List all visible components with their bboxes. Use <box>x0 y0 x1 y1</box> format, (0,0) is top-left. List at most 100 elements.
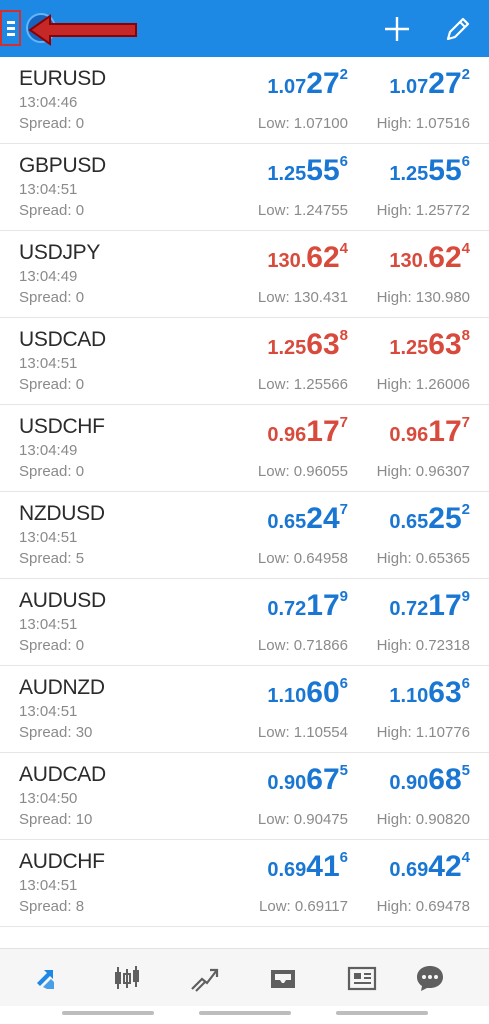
bid-price[interactable]: 1.25638 <box>267 327 348 362</box>
ask-price-base: 1.10 <box>389 685 429 707</box>
bid-price-base: 1.07 <box>267 76 307 98</box>
spread-value: Spread: 0 <box>19 115 85 132</box>
bid-price-base: 0.90 <box>267 772 307 794</box>
ask-price[interactable]: 1.25638 <box>389 327 470 362</box>
ask-price-fraction: 7 <box>461 414 470 431</box>
bid-price-fraction: 2 <box>339 66 348 83</box>
symbol-name: EURUSD <box>19 67 106 90</box>
ask-price-base: 1.25 <box>389 163 429 185</box>
high-value: High: 1.10776 <box>376 724 470 741</box>
system-gesture-bar <box>62 1011 154 1015</box>
ask-price[interactable]: 0.65252 <box>389 501 470 536</box>
quote-row[interactable]: USDCHF 13:04:49 Spread: 0 0.96177 0.9617… <box>0 405 489 492</box>
bid-price-pips: 17 <box>306 589 340 622</box>
low-value: Low: 130.431 <box>257 289 348 306</box>
ask-price[interactable]: 0.90685 <box>389 762 470 797</box>
top-app-bar <box>0 0 489 57</box>
quotes-icon[interactable] <box>31 961 65 995</box>
quote-row[interactable]: GBPUSD 13:04:51 Spread: 0 1.25556 1.2555… <box>0 144 489 231</box>
spread-value: Spread: 0 <box>19 376 85 393</box>
high-value: High: 0.69478 <box>376 898 470 915</box>
bid-price-base: 1.25 <box>267 337 307 359</box>
ask-price-base: 1.25 <box>389 337 429 359</box>
bid-price-base: 1.25 <box>267 163 307 185</box>
quote-row[interactable]: AUDUSD 13:04:51 Spread: 0 0.72179 0.7217… <box>0 579 489 666</box>
ask-price-fraction: 2 <box>461 501 470 518</box>
bid-price-pips: 17 <box>306 415 340 448</box>
ask-price-pips: 25 <box>428 502 462 535</box>
ask-price[interactable]: 130.624 <box>389 240 470 275</box>
ask-price-base: 1.07 <box>389 76 429 98</box>
low-value: Low: 0.71866 <box>257 637 348 654</box>
symbol-name: USDCHF <box>19 415 105 438</box>
low-value: Low: 0.69117 <box>259 898 348 915</box>
high-value: High: 0.96307 <box>376 463 470 480</box>
high-value: High: 0.72318 <box>376 637 470 654</box>
low-value: Low: 1.10554 <box>257 724 348 741</box>
bottom-navigation <box>0 948 489 1006</box>
quote-row[interactable]: AUDNZD 13:04:51 Spread: 30 1.10606 1.106… <box>0 666 489 753</box>
symbol-name: USDJPY <box>19 241 101 264</box>
quote-row[interactable]: USDJPY 13:04:49 Spread: 0 130.624 130.62… <box>0 231 489 318</box>
spread-value: Spread: 0 <box>19 202 85 219</box>
quote-time: 13:04:50 <box>19 790 78 807</box>
quote-row[interactable]: AUDCHF 13:04:51 Spread: 8 0.69416 0.6942… <box>0 840 489 927</box>
ask-price-fraction: 5 <box>461 762 470 779</box>
bid-price-fraction: 5 <box>339 762 348 779</box>
bid-price[interactable]: 0.65247 <box>267 501 348 536</box>
bid-price[interactable]: 1.07272 <box>267 66 348 101</box>
high-value: High: 0.90820 <box>376 811 470 828</box>
ask-price-pips: 42 <box>428 850 462 883</box>
ask-price[interactable]: 0.96177 <box>389 414 470 449</box>
ask-price[interactable]: 1.10636 <box>389 675 470 710</box>
quote-time: 13:04:51 <box>19 877 78 894</box>
bid-price[interactable]: 130.624 <box>267 240 348 275</box>
trade-icon[interactable] <box>188 961 222 995</box>
ask-price[interactable]: 0.72179 <box>389 588 470 623</box>
chart-icon[interactable] <box>110 961 144 995</box>
bid-price-pips: 63 <box>306 328 340 361</box>
edit-icon[interactable] <box>443 14 473 44</box>
bid-price[interactable]: 0.96177 <box>267 414 348 449</box>
history-icon[interactable] <box>266 961 300 995</box>
spread-value: Spread: 5 <box>19 550 85 567</box>
news-icon[interactable] <box>345 961 379 995</box>
high-value: High: 130.980 <box>376 289 470 306</box>
chat-icon[interactable] <box>413 961 447 995</box>
ask-price-fraction: 8 <box>461 327 470 344</box>
bid-price-base: 1.10 <box>267 685 307 707</box>
bid-price-fraction: 6 <box>339 675 348 692</box>
ask-price[interactable]: 1.25556 <box>389 153 470 188</box>
bid-price-pips: 55 <box>306 154 340 187</box>
bid-price[interactable]: 1.10606 <box>267 675 348 710</box>
bid-price-fraction: 9 <box>339 588 348 605</box>
menu-icon[interactable] <box>0 10 21 46</box>
bid-price[interactable]: 1.25556 <box>267 153 348 188</box>
ask-price-pips: 63 <box>428 328 462 361</box>
add-icon[interactable] <box>382 14 412 44</box>
bid-price-pips: 67 <box>306 763 340 796</box>
bid-price-fraction: 8 <box>339 327 348 344</box>
ask-price[interactable]: 1.07272 <box>389 66 470 101</box>
quote-row[interactable]: USDCAD 13:04:51 Spread: 0 1.25638 1.2563… <box>0 318 489 405</box>
symbol-name: GBPUSD <box>19 154 106 177</box>
ask-price-base: 0.69 <box>389 859 429 881</box>
spread-value: Spread: 30 <box>19 724 93 741</box>
quote-row[interactable]: AUDCAD 13:04:50 Spread: 10 0.90675 0.906… <box>0 753 489 840</box>
ask-price-fraction: 9 <box>461 588 470 605</box>
quote-row[interactable]: NZDUSD 13:04:51 Spread: 5 0.65247 0.6525… <box>0 492 489 579</box>
bid-price[interactable]: 0.69416 <box>267 849 348 884</box>
ask-price-pips: 55 <box>428 154 462 187</box>
ask-price-base: 130. <box>389 250 429 272</box>
ask-price-pips: 27 <box>428 67 462 100</box>
bid-price[interactable]: 0.90675 <box>267 762 348 797</box>
bid-price[interactable]: 0.72179 <box>267 588 348 623</box>
quote-time: 13:04:51 <box>19 703 78 720</box>
quote-row[interactable]: EURUSD 13:04:46 Spread: 0 1.07272 1.0727… <box>0 57 489 144</box>
ask-price[interactable]: 0.69424 <box>389 849 470 884</box>
quote-time: 13:04:51 <box>19 529 78 546</box>
system-gesture-bar <box>336 1011 428 1015</box>
ask-price-pips: 62 <box>428 241 462 274</box>
quote-time: 13:04:51 <box>19 181 78 198</box>
quote-time: 13:04:51 <box>19 355 78 372</box>
